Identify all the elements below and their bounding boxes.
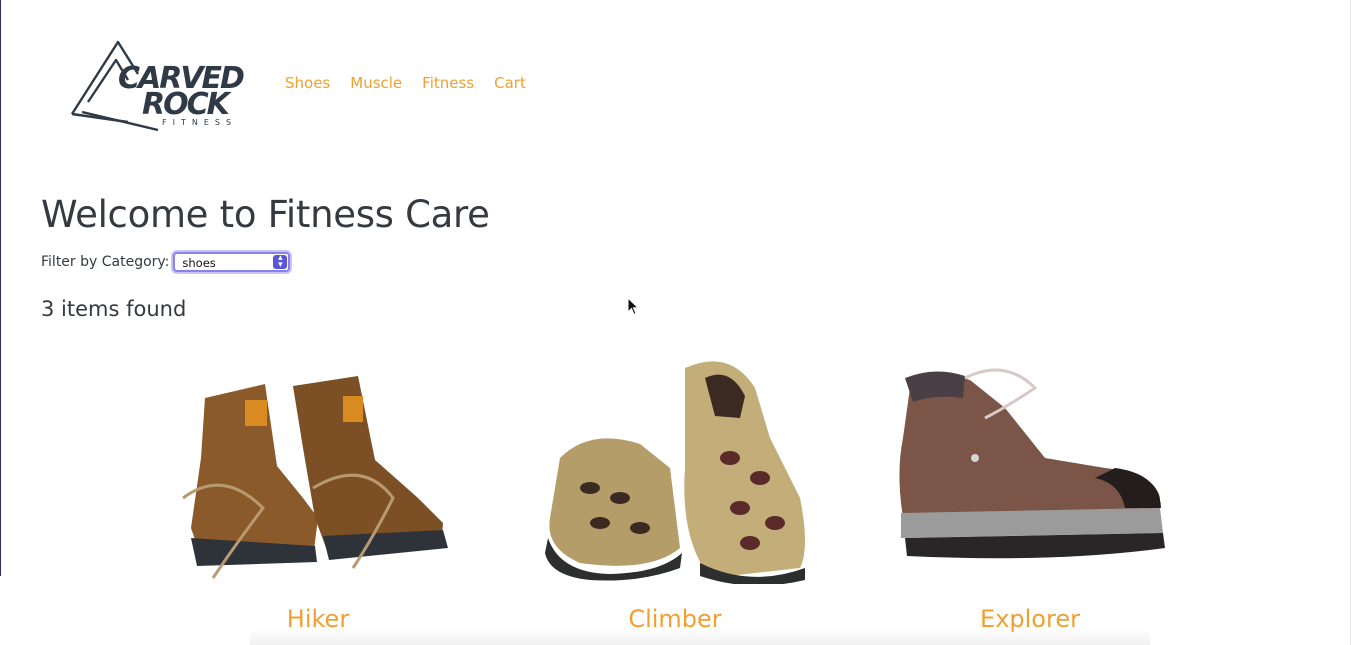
sandals-image[interactable] [500, 348, 850, 584]
product-card-explorer[interactable]: Explorer [855, 348, 1205, 633]
hiking-boots-image[interactable] [143, 348, 493, 584]
results-count: 3 items found [41, 297, 187, 321]
boot-image[interactable] [855, 348, 1205, 584]
logo-line2: ROCK [142, 87, 233, 122]
bottom-shadow [250, 628, 1150, 645]
logo-line3: FITNESS [162, 118, 237, 127]
filter-label: Filter by Category: [41, 254, 170, 270]
nav-fitness[interactable]: Fitness [422, 74, 474, 92]
nav-shoes[interactable]: Shoes [285, 74, 330, 92]
page-title: Welcome to Fitness Care [41, 193, 490, 236]
category-select-value: shoes [182, 256, 216, 270]
product-card-hiker[interactable]: Hiker [143, 348, 493, 633]
select-arrows-icon: ▴ ▾ [273, 254, 288, 270]
window-edge-right [1350, 0, 1351, 645]
product-card-climber[interactable]: Climber [500, 348, 850, 633]
nav-cart[interactable]: Cart [494, 74, 526, 92]
site-header: CARVED ROCK FITNESS Shoes Muscle Fitness… [68, 38, 546, 134]
main-nav: Shoes Muscle Fitness Cart [285, 74, 546, 92]
mouse-cursor-icon [627, 297, 640, 316]
carved-rock-logo[interactable]: CARVED ROCK FITNESS [68, 38, 262, 134]
category-filter: Filter by Category: shoes ▴ ▾ [41, 252, 291, 272]
window-edge-left [0, 0, 1, 576]
nav-muscle[interactable]: Muscle [350, 74, 402, 92]
category-select[interactable]: shoes ▴ ▾ [173, 252, 291, 272]
